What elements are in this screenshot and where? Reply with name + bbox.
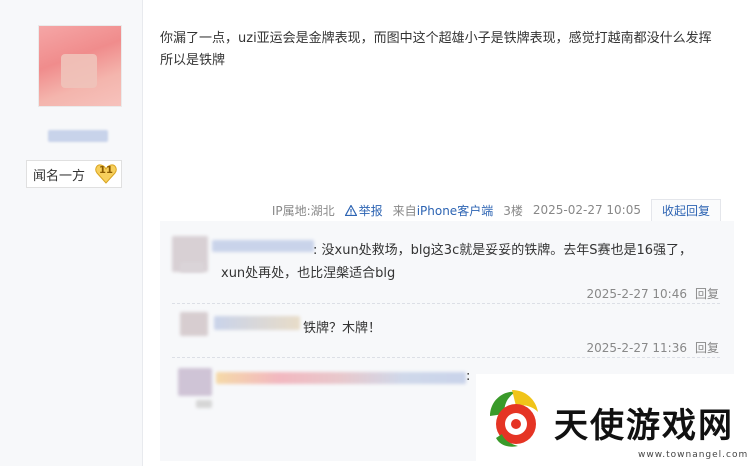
reply-time: 2025-2-27 11:36: [586, 341, 687, 355]
reply-username-blurred[interactable]: [216, 372, 466, 384]
reply-divider: [172, 303, 720, 305]
reply-text-line2: xun处再处，也比涅槃适合blg: [221, 266, 396, 281]
reply-avatar-blurred[interactable]: [178, 368, 212, 396]
client-link[interactable]: iPhone客户端: [417, 204, 494, 218]
site-watermark: 天使游戏网 www.townangel.com: [476, 374, 747, 466]
reply-blurred-fragment: [196, 400, 212, 408]
level-title: 闻名一方: [33, 168, 86, 184]
fold-replies-button[interactable]: 收起回复: [650, 199, 721, 221]
reply-text-line1: :: [466, 369, 471, 384]
ip-location: IP属地:湖北: [271, 203, 335, 218]
reply-meta: 2025-2-27 11:36 回复: [578, 339, 719, 356]
reply-divider: [172, 357, 720, 359]
report-button[interactable]: 举报: [344, 202, 383, 219]
reply-button[interactable]: 回复: [695, 341, 719, 355]
watermark-title: 天使游戏网: [554, 406, 734, 446]
angel-logo-icon: [490, 390, 538, 447]
author-username-blurred[interactable]: [48, 130, 108, 142]
reply-avatar-blurred[interactable]: [180, 312, 208, 336]
client-prefix: 来自: [392, 203, 417, 218]
avatar-blurred-face: [61, 54, 97, 88]
level-badge[interactable]: 闻名一方 11: [26, 160, 122, 188]
post-content: 你漏了一点，uzi亚运会是金牌表现，而图中这个超雄小子是铁牌表现，感觉打越南都没…: [160, 31, 712, 68]
reply-text-line1: 铁牌？木牌！: [303, 321, 382, 336]
reply-username-blurred[interactable]: [214, 316, 300, 330]
level-number: 11: [99, 165, 113, 176]
report-label: 举报: [358, 203, 383, 218]
author-sidebar: 闻名一方 11: [0, 0, 143, 466]
warning-icon: [344, 204, 357, 216]
reply-meta: 2025-2-27 10:46 回复: [578, 285, 719, 302]
watermark-url: www.townangel.com: [638, 450, 747, 460]
reply-text-line1: : 没xun处救场，blg这3c就是妥妥的铁牌。去年S赛也是16强了，: [313, 243, 693, 258]
reply-username-blurred[interactable]: [212, 240, 314, 252]
avatar[interactable]: [38, 25, 122, 107]
post-client: 来自iPhone客户端: [393, 202, 494, 219]
reply-blurred-fragment: [180, 262, 204, 272]
post-meta: IP属地:湖北 举报 来自iPhone客户端 3楼 2025-02-27 10:…: [272, 199, 721, 221]
reply-time: 2025-2-27 10:46: [586, 287, 687, 301]
reply-button[interactable]: 回复: [695, 287, 719, 301]
post-datetime: 2025-02-27 10:05: [532, 203, 641, 217]
floor-number: 3楼: [503, 203, 523, 218]
